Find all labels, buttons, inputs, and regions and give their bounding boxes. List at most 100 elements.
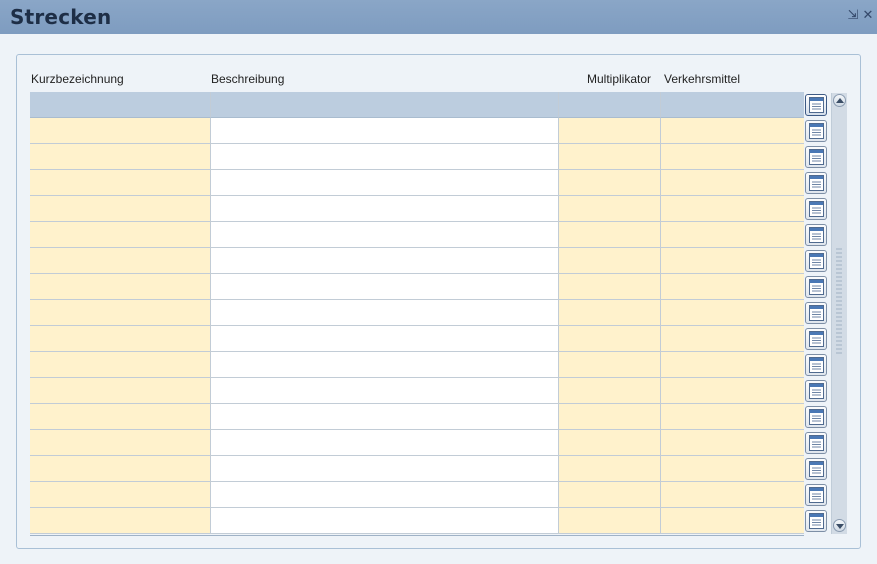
kurzbezeichnung-cell[interactable] xyxy=(30,300,211,326)
data-grid xyxy=(30,92,804,536)
verkehrsmittel-cell[interactable] xyxy=(661,222,804,248)
kurzbezeichnung-cell[interactable] xyxy=(30,170,211,196)
row-details-button[interactable] xyxy=(805,354,827,376)
beschreibung-cell[interactable] xyxy=(211,404,559,430)
column-header-beschreibung[interactable]: Beschreibung xyxy=(211,72,284,86)
verkehrsmittel-cell[interactable] xyxy=(661,300,804,326)
verkehrsmittel-cell[interactable] xyxy=(661,404,804,430)
beschreibung-cell[interactable] xyxy=(211,222,559,248)
multiplikator-cell[interactable] xyxy=(559,378,661,404)
row-details-button[interactable] xyxy=(805,458,827,480)
row-details-button[interactable] xyxy=(805,172,827,194)
multiplikator-cell[interactable] xyxy=(559,430,661,456)
kurzbezeichnung-cell[interactable] xyxy=(30,430,211,456)
multiplikator-cell[interactable] xyxy=(559,352,661,378)
row-details-button[interactable] xyxy=(805,198,827,220)
beschreibung-cell[interactable] xyxy=(211,170,559,196)
filter-multiplikator-cell[interactable] xyxy=(559,92,661,118)
multiplikator-cell[interactable] xyxy=(559,196,661,222)
verkehrsmittel-cell[interactable] xyxy=(661,196,804,222)
multiplikator-cell[interactable] xyxy=(559,144,661,170)
multiplikator-cell[interactable] xyxy=(559,222,661,248)
row-details-button[interactable] xyxy=(805,380,827,402)
kurzbezeichnung-cell[interactable] xyxy=(30,456,211,482)
kurzbezeichnung-cell[interactable] xyxy=(30,482,211,508)
beschreibung-cell[interactable] xyxy=(211,144,559,170)
verkehrsmittel-cell[interactable] xyxy=(661,430,804,456)
kurzbezeichnung-cell[interactable] xyxy=(30,118,211,144)
kurzbezeichnung-cell[interactable] xyxy=(30,274,211,300)
row-details-button[interactable] xyxy=(805,432,827,454)
row-details-button[interactable] xyxy=(805,406,827,428)
filter-beschreibung-cell[interactable] xyxy=(211,92,559,118)
row-details-button[interactable] xyxy=(805,510,827,532)
table-row xyxy=(30,352,804,378)
multiplikator-cell[interactable] xyxy=(559,508,661,534)
close-icon[interactable]: ✕ xyxy=(861,8,875,22)
minimize-icon[interactable]: ⇲ xyxy=(846,8,860,22)
beschreibung-cell[interactable] xyxy=(211,118,559,144)
beschreibung-cell[interactable] xyxy=(211,378,559,404)
kurzbezeichnung-cell[interactable] xyxy=(30,378,211,404)
row-details-button[interactable] xyxy=(805,276,827,298)
row-details-button[interactable] xyxy=(805,250,827,272)
verkehrsmittel-cell[interactable] xyxy=(661,378,804,404)
verkehrsmittel-cell[interactable] xyxy=(661,326,804,352)
scrollbar-thumb[interactable] xyxy=(836,248,842,356)
vertical-scrollbar[interactable] xyxy=(831,93,847,534)
verkehrsmittel-cell[interactable] xyxy=(661,144,804,170)
row-details-button[interactable] xyxy=(805,328,827,350)
beschreibung-cell[interactable] xyxy=(211,300,559,326)
multiplikator-cell[interactable] xyxy=(559,248,661,274)
beschreibung-cell[interactable] xyxy=(211,248,559,274)
kurzbezeichnung-cell[interactable] xyxy=(30,144,211,170)
verkehrsmittel-cell[interactable] xyxy=(661,274,804,300)
row-details-button[interactable] xyxy=(805,302,827,324)
kurzbezeichnung-cell[interactable] xyxy=(30,404,211,430)
beschreibung-cell[interactable] xyxy=(211,196,559,222)
beschreibung-cell[interactable] xyxy=(211,482,559,508)
kurzbezeichnung-cell[interactable] xyxy=(30,222,211,248)
table-row xyxy=(30,222,804,248)
verkehrsmittel-cell[interactable] xyxy=(661,118,804,144)
row-details-button[interactable] xyxy=(805,120,827,142)
multiplikator-cell[interactable] xyxy=(559,300,661,326)
beschreibung-cell[interactable] xyxy=(211,456,559,482)
column-header-multiplikator[interactable]: Multiplikator xyxy=(587,72,651,86)
multiplikator-cell[interactable] xyxy=(559,404,661,430)
multiplikator-cell[interactable] xyxy=(559,170,661,196)
row-details-button[interactable] xyxy=(805,146,827,168)
scroll-down-button[interactable] xyxy=(833,519,846,532)
verkehrsmittel-cell[interactable] xyxy=(661,248,804,274)
multiplikator-cell[interactable] xyxy=(559,326,661,352)
verkehrsmittel-cell[interactable] xyxy=(661,482,804,508)
column-header-verkehrsmittel[interactable]: Verkehrsmittel xyxy=(664,72,740,86)
beschreibung-cell[interactable] xyxy=(211,326,559,352)
kurzbezeichnung-cell[interactable] xyxy=(30,326,211,352)
filter-details-button[interactable] xyxy=(805,94,827,116)
verkehrsmittel-cell[interactable] xyxy=(661,508,804,534)
beschreibung-cell[interactable] xyxy=(211,508,559,534)
scroll-up-button[interactable] xyxy=(833,94,846,107)
multiplikator-cell[interactable] xyxy=(559,118,661,144)
beschreibung-cell[interactable] xyxy=(211,352,559,378)
column-header-kurzbezeichnung[interactable]: Kurzbezeichnung xyxy=(31,72,124,86)
kurzbezeichnung-cell[interactable] xyxy=(30,248,211,274)
chevron-up-icon xyxy=(836,98,844,103)
row-details-button[interactable] xyxy=(805,224,827,246)
beschreibung-cell[interactable] xyxy=(211,274,559,300)
filter-kurzbezeichnung-cell[interactable] xyxy=(30,92,211,118)
beschreibung-cell[interactable] xyxy=(211,430,559,456)
verkehrsmittel-cell[interactable] xyxy=(661,170,804,196)
kurzbezeichnung-cell[interactable] xyxy=(30,508,211,534)
kurzbezeichnung-cell[interactable] xyxy=(30,196,211,222)
multiplikator-cell[interactable] xyxy=(559,274,661,300)
row-details-button[interactable] xyxy=(805,484,827,506)
window-title: Strecken xyxy=(10,5,112,29)
verkehrsmittel-cell[interactable] xyxy=(661,352,804,378)
kurzbezeichnung-cell[interactable] xyxy=(30,352,211,378)
multiplikator-cell[interactable] xyxy=(559,482,661,508)
multiplikator-cell[interactable] xyxy=(559,456,661,482)
filter-verkehrsmittel-cell[interactable] xyxy=(661,92,804,118)
verkehrsmittel-cell[interactable] xyxy=(661,456,804,482)
